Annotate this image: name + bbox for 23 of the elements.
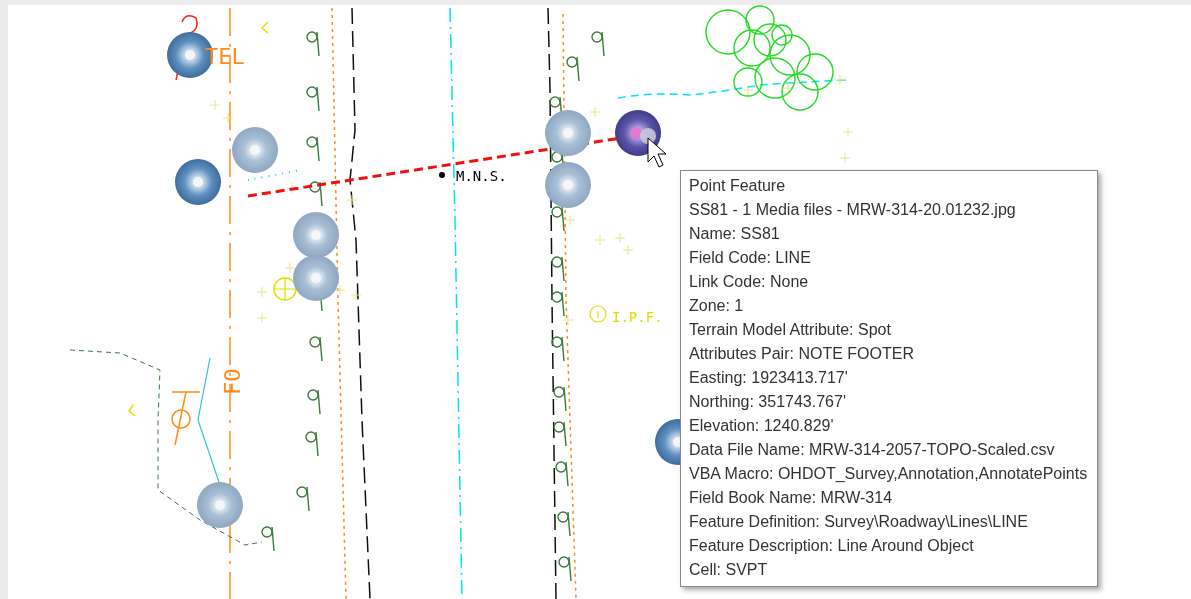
tooltip-line: Data File Name: MRW-314-2057-TOPO-Scaled.csv [689,440,1056,460]
tooltip-line: Feature Description: Line Around Object [689,536,975,556]
tooltip-line: Field Code: LINE [689,248,812,268]
tooltip-line: Easting: 1923413.717' [689,368,849,388]
tooltip-line: Northing: 351743.767' [689,392,847,412]
map-label: I.P.F. [612,309,663,325]
tooltip-line: Cell: SVPT [689,560,769,580]
tooltip-title: Point Feature [689,176,787,196]
tooltip-line: Name: SS81 [689,224,781,244]
tooltip-line: Field Book Name: MRW-314 [689,488,894,508]
tooltip-line: Attributes Pair: NOTE FOOTER [689,344,915,364]
tooltip-line: SS81 - 1 Media files - MRW-314-20.01232.jpg [689,200,1017,220]
tooltip-line: Elevation: 1240.829' [689,416,835,436]
cursor-icon [647,137,667,168]
tooltip-line: Zone: 1 [689,296,745,316]
media-disc-icon[interactable] [175,159,221,205]
tooltip-line: Link Code: None [689,272,810,292]
map-label: M.N.S. [456,168,507,184]
tooltip-line: VBA Macro: OHDOT_Survey,Annotation,AnnotatePoints [689,464,1088,484]
tooltip-line: Feature Definition: Survey\Roadway\Lines\LINE [689,512,1029,532]
tooltip-line: Terrain Model Attribute: Spot [689,320,892,340]
map-label: FO [220,368,245,395]
point-marker-icon [439,172,445,178]
